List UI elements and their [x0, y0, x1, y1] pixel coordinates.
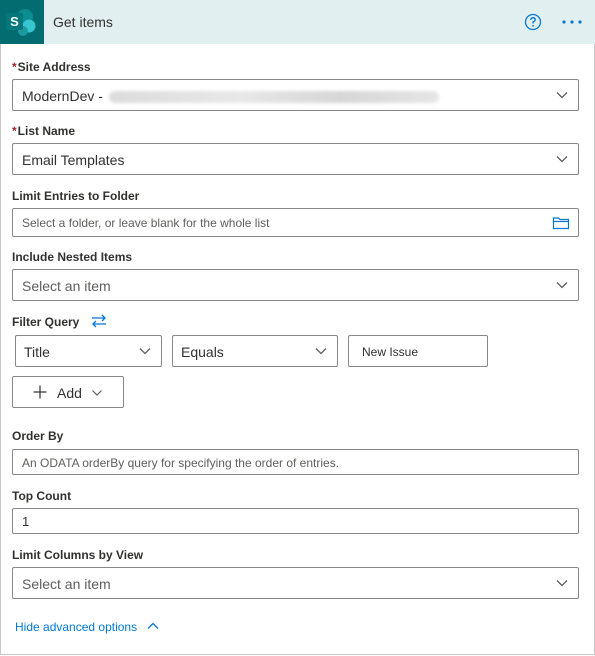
switch-mode-icon[interactable] — [90, 313, 108, 329]
order-by-label: Order By — [12, 429, 64, 443]
required-mark: * — [12, 124, 17, 138]
filter-field-dropdown[interactable]: Title — [15, 335, 162, 367]
site-address-label: *Site Address — [12, 60, 91, 74]
nested-items-dropdown[interactable]: Select an item — [12, 269, 579, 301]
order-by-input[interactable]: An ODATA orderBy query for specifying th… — [12, 449, 579, 475]
app-icon-letter: S — [10, 14, 19, 29]
chevron-down-icon — [315, 348, 327, 355]
chevron-up-icon[interactable] — [146, 620, 160, 632]
top-count-label: Top Count — [12, 489, 72, 503]
limit-folder-placeholder: Select a folder, or leave blank for the … — [22, 216, 270, 230]
limit-columns-placeholder: Select an item — [22, 576, 111, 592]
filter-field-value: Title — [24, 344, 50, 360]
help-circle-icon[interactable] — [524, 13, 542, 31]
order-by-placeholder: An ODATA orderBy query for specifying th… — [22, 456, 340, 470]
add-filter-button[interactable]: Add — [12, 376, 124, 408]
chevron-down-icon — [92, 390, 102, 396]
limit-folder-input[interactable]: Select a folder, or leave blank for the … — [12, 208, 579, 237]
site-address-value: ModernDev - — [22, 88, 103, 104]
filter-operator-dropdown[interactable]: Equals — [172, 335, 338, 367]
filter-operator-value: Equals — [181, 344, 224, 360]
site-address-label-text: Site Address — [17, 60, 91, 74]
limit-folder-label: Limit Entries to Folder — [12, 189, 140, 203]
chevron-down-icon — [556, 92, 568, 99]
filter-value-input[interactable]: New Issue — [348, 335, 488, 367]
required-mark: * — [12, 60, 17, 74]
top-count-input[interactable]: 1 — [12, 508, 579, 534]
action-header[interactable]: S Get items — [0, 0, 595, 44]
list-name-label-text: List Name — [17, 124, 76, 138]
chevron-down-icon — [139, 348, 151, 355]
list-name-value: Email Templates — [22, 152, 125, 168]
sharepoint-app-icon: S — [0, 0, 44, 44]
list-name-dropdown[interactable]: Email Templates — [12, 143, 579, 175]
add-filter-label: Add — [57, 385, 82, 401]
hide-advanced-options-link[interactable]: Hide advanced options — [15, 620, 137, 634]
folder-picker-icon[interactable] — [552, 215, 570, 231]
limit-columns-dropdown[interactable]: Select an item — [12, 567, 579, 599]
filter-value-text: New Issue — [362, 345, 419, 359]
chevron-down-icon — [556, 580, 568, 587]
site-url-redacted — [108, 91, 439, 104]
chevron-down-icon — [556, 282, 568, 289]
top-count-value: 1 — [22, 514, 30, 529]
site-address-dropdown[interactable]: ModernDev - — [12, 79, 579, 111]
list-name-label: *List Name — [12, 124, 75, 138]
nested-items-placeholder: Select an item — [22, 278, 111, 294]
chevron-down-icon — [556, 156, 568, 163]
nested-items-label: Include Nested Items — [12, 250, 133, 264]
limit-columns-label: Limit Columns by View — [12, 548, 144, 562]
filter-query-label: Filter Query — [12, 315, 80, 329]
more-ellipsis-icon[interactable] — [560, 12, 584, 32]
plus-icon — [33, 385, 47, 399]
action-title: Get items — [53, 14, 113, 30]
